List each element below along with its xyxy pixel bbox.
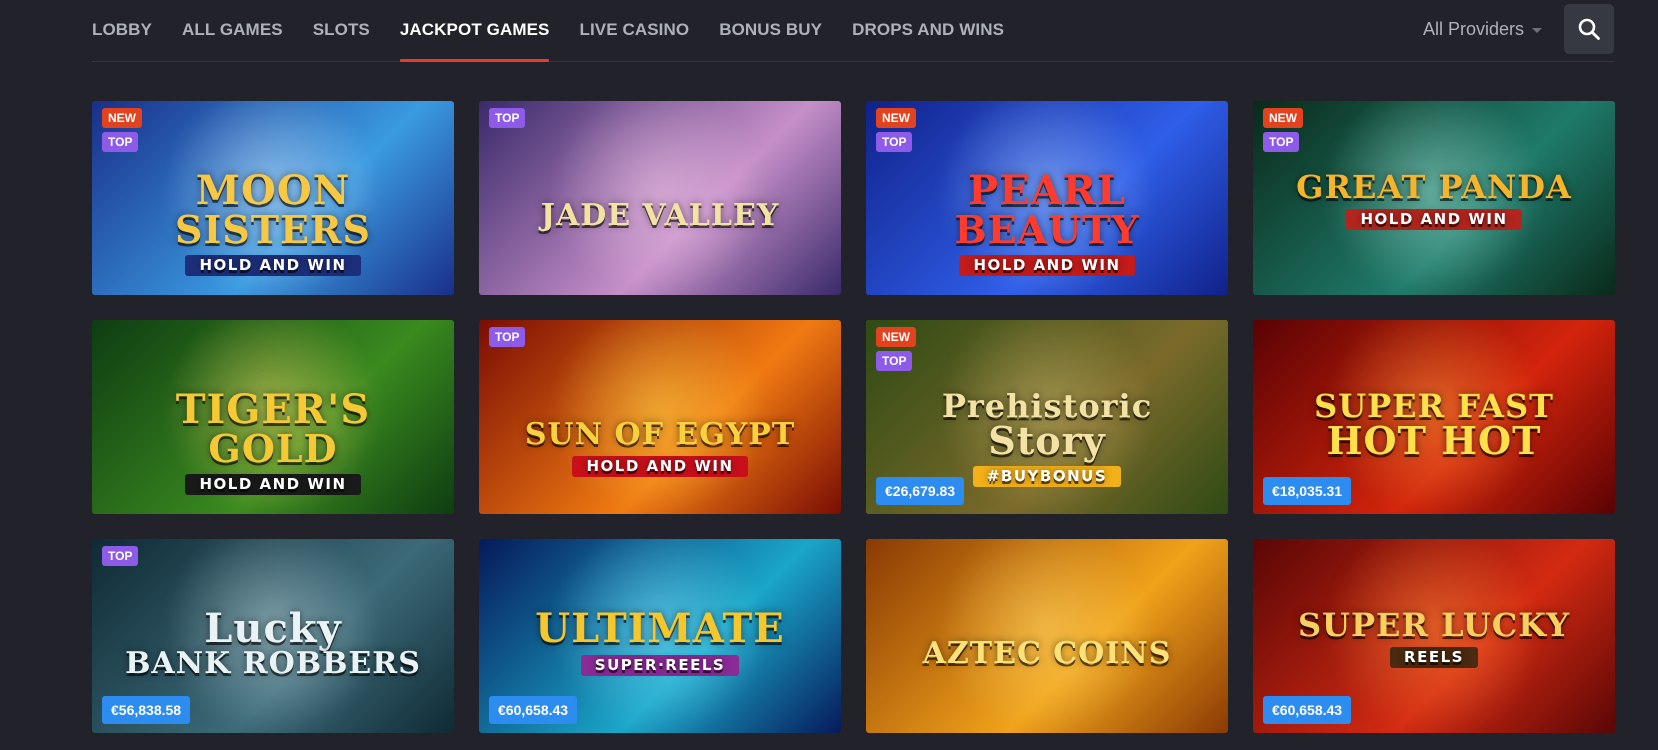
game-card-super-fast-hot-hot[interactable]: SUPER FAST HOT HOT €18,035.31 bbox=[1253, 320, 1615, 514]
game-card-moon-sisters[interactable]: MOON SISTERS HOLD AND WIN NEW TOP bbox=[92, 101, 454, 295]
game-card-jade-valley[interactable]: JADE VALLEY TOP bbox=[479, 101, 841, 295]
new-badge: NEW bbox=[876, 108, 916, 128]
game-title: SUPER LUCKY REELS bbox=[1253, 609, 1615, 668]
tab-slots[interactable]: SLOTS bbox=[313, 0, 370, 62]
game-title: ULTIMATE SUPER·REELS bbox=[479, 609, 841, 676]
game-card-great-panda[interactable]: GREAT PANDA HOLD AND WIN NEW TOP bbox=[1253, 101, 1615, 295]
top-badge: TOP bbox=[1263, 132, 1300, 152]
tab-live-casino[interactable]: LIVE CASINO bbox=[579, 0, 689, 62]
game-title-line2: SISTERS bbox=[175, 207, 371, 252]
game-badges: NEW TOP bbox=[876, 108, 916, 152]
new-badge: NEW bbox=[876, 327, 916, 347]
new-badge: NEW bbox=[102, 108, 142, 128]
game-title: JADE VALLEY bbox=[479, 201, 841, 231]
game-grid: MOON SISTERS HOLD AND WIN NEW TOP JADE VALLEY… bbox=[92, 101, 1615, 733]
game-title-line1: SUPER LUCKY bbox=[1297, 606, 1571, 644]
game-title-line2: BANK ROBBERS bbox=[125, 646, 421, 681]
game-card-lucky-bank-robbers[interactable]: Lucky BANK ROBBERS TOP €56,838.58 bbox=[92, 539, 454, 733]
jackpot-amount: €60,658.43 bbox=[489, 696, 578, 724]
jackpot-amount: €26,679.83 bbox=[876, 477, 965, 505]
game-badges: NEW TOP bbox=[1263, 108, 1303, 152]
top-badge: TOP bbox=[876, 351, 913, 371]
game-title: SUPER FAST HOT HOT bbox=[1253, 390, 1615, 460]
game-card-aztec-coins[interactable]: AZTEC COINS bbox=[866, 539, 1228, 733]
game-subtitle: REELS bbox=[1390, 647, 1478, 668]
game-title: GREAT PANDA HOLD AND WIN bbox=[1253, 171, 1615, 230]
tab-bonus-buy[interactable]: BONUS BUY bbox=[719, 0, 822, 62]
game-title-line1: TIGER'S bbox=[175, 386, 371, 433]
game-title: PEARL BEAUTY HOLD AND WIN bbox=[866, 171, 1228, 276]
tab-all-games[interactable]: ALL GAMES bbox=[182, 0, 283, 62]
search-icon bbox=[1578, 18, 1600, 40]
tab-drops-and-wins[interactable]: DROPS AND WINS bbox=[852, 0, 1004, 62]
tab-lobby[interactable]: LOBBY bbox=[92, 0, 152, 62]
game-card-prehistoric-story[interactable]: Prehistoric Story #BUYBONUS NEW TOP €26,679.8… bbox=[866, 320, 1228, 514]
game-subtitle: HOLD AND WIN bbox=[572, 456, 748, 477]
game-card-ultimate-super-reels[interactable]: ULTIMATE SUPER·REELS €60,658.43 bbox=[479, 539, 841, 733]
game-title-line2: JADE VALLEY bbox=[540, 198, 780, 233]
game-subtitle: SUPER·REELS bbox=[580, 655, 740, 676]
game-title: SUN OF EGYPT HOLD AND WIN bbox=[479, 420, 841, 477]
game-badges: NEW TOP bbox=[102, 108, 142, 152]
search-button[interactable] bbox=[1564, 4, 1614, 54]
top-navigation: LOBBY ALL GAMES SLOTS JACKPOT GAMES LIVE CAS… bbox=[92, 0, 1614, 62]
game-title-line1: PEARL bbox=[968, 167, 1126, 214]
game-title-line1: Lucky bbox=[204, 605, 342, 652]
game-title: Lucky BANK ROBBERS bbox=[92, 609, 454, 679]
game-badges: NEW TOP bbox=[876, 327, 916, 371]
game-title-line2: GOLD bbox=[208, 426, 338, 471]
game-card-tigers-gold[interactable]: TIGER'S GOLD HOLD AND WIN bbox=[92, 320, 454, 514]
game-badges: TOP bbox=[489, 108, 526, 128]
game-badges: TOP bbox=[489, 327, 526, 347]
game-badges: TOP bbox=[102, 546, 139, 566]
game-title: Prehistoric Story #BUYBONUS bbox=[866, 390, 1228, 487]
top-badge: TOP bbox=[489, 108, 526, 128]
game-subtitle: HOLD AND WIN bbox=[185, 255, 361, 276]
game-title: TIGER'S GOLD HOLD AND WIN bbox=[92, 390, 454, 495]
top-badge: TOP bbox=[102, 546, 139, 566]
tab-jackpot-games[interactable]: JACKPOT GAMES bbox=[399, 0, 550, 62]
game-title-line1: GREAT PANDA bbox=[1296, 168, 1572, 206]
game-title-line2: BEAUTY bbox=[954, 207, 1140, 252]
game-title-line2: AZTEC COINS bbox=[922, 636, 1172, 671]
game-title-line1: ULTIMATE bbox=[535, 605, 785, 652]
game-subtitle: HOLD AND WIN bbox=[1346, 209, 1522, 230]
jackpot-amount: €56,838.58 bbox=[102, 696, 191, 724]
game-subtitle: #BUYBONUS bbox=[972, 466, 1122, 487]
jackpot-amount: €18,035.31 bbox=[1263, 477, 1352, 505]
game-subtitle: HOLD AND WIN bbox=[185, 474, 361, 495]
game-title-line2: HOT HOT bbox=[1326, 418, 1542, 463]
game-card-super-lucky-reels[interactable]: SUPER LUCKY REELS €60,658.43 bbox=[1253, 539, 1615, 733]
jackpot-amount: €60,658.43 bbox=[1263, 696, 1352, 724]
game-title-line2: Story bbox=[988, 418, 1106, 463]
providers-dropdown[interactable]: All Providers bbox=[1423, 0, 1542, 58]
game-card-pearl-beauty[interactable]: PEARL BEAUTY HOLD AND WIN NEW TOP bbox=[866, 101, 1228, 295]
game-subtitle: HOLD AND WIN bbox=[959, 255, 1135, 276]
chevron-down-icon bbox=[1532, 27, 1542, 33]
top-badge: TOP bbox=[876, 132, 913, 152]
game-title-line2: SUN OF EGYPT bbox=[524, 417, 796, 452]
game-card-sun-of-egypt[interactable]: SUN OF EGYPT HOLD AND WIN TOP bbox=[479, 320, 841, 514]
game-title: AZTEC COINS bbox=[866, 639, 1228, 669]
game-title-line1: MOON bbox=[195, 167, 351, 214]
top-badge: TOP bbox=[489, 327, 526, 347]
game-title: MOON SISTERS HOLD AND WIN bbox=[92, 171, 454, 276]
category-tabs: LOBBY ALL GAMES SLOTS JACKPOT GAMES LIVE CAS… bbox=[92, 0, 1034, 62]
providers-label: All Providers bbox=[1422, 19, 1524, 39]
new-badge: NEW bbox=[1263, 108, 1303, 128]
top-badge: TOP bbox=[102, 132, 139, 152]
